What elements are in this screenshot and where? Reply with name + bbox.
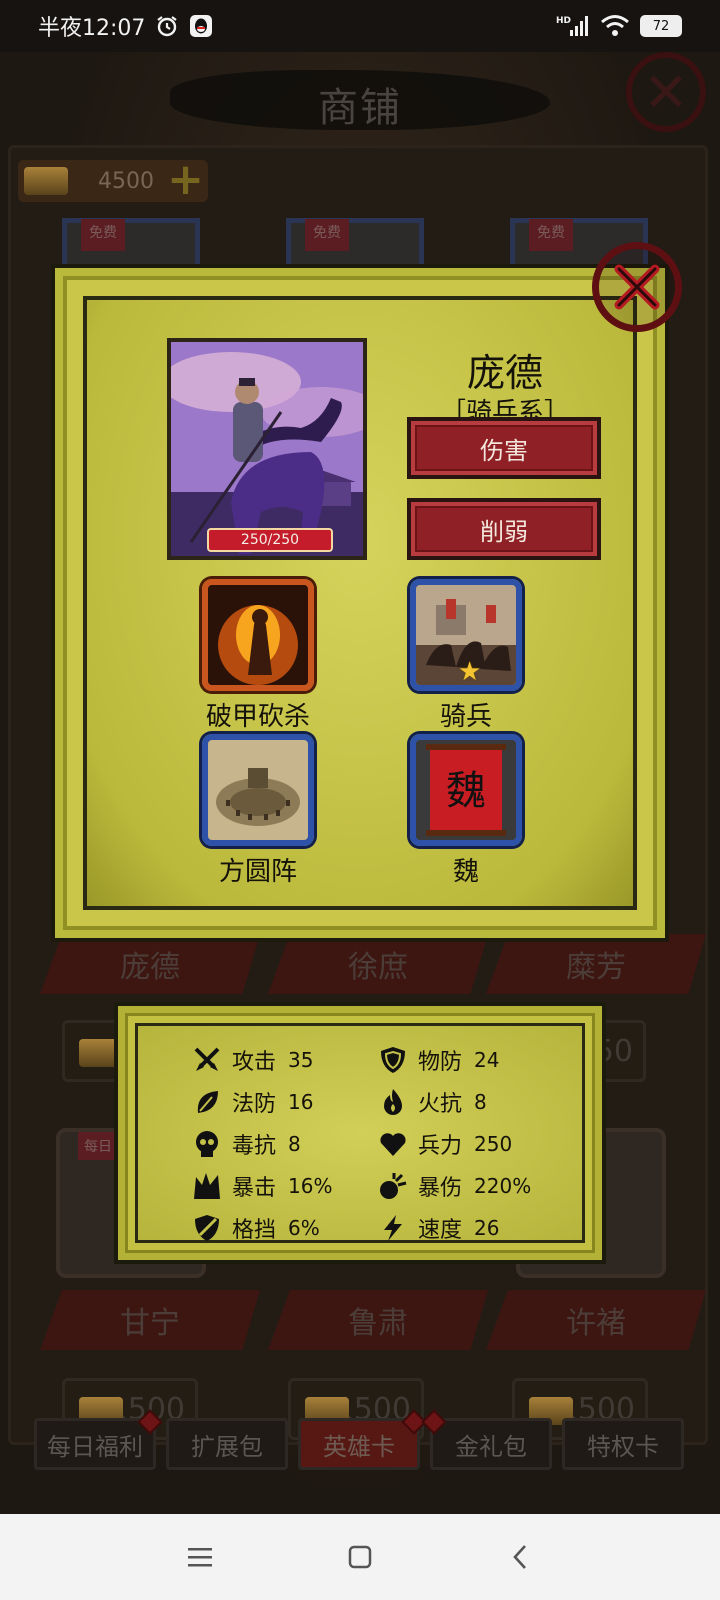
menu-icon (188, 1548, 212, 1567)
hp-bar: 250/250 (207, 528, 333, 552)
navigation-bar (0, 1514, 720, 1600)
shop-close-button[interactable]: ✕ (626, 52, 706, 132)
stat-critical-damage: 暴伤 220% (376, 1168, 531, 1204)
menu-button[interactable] (170, 1527, 230, 1587)
tab-hero-card[interactable]: 英雄卡 (298, 1409, 427, 1470)
stat-magic-defense: 法防 16 (190, 1084, 313, 1120)
hero-detail-popup: 250/250 庞德 ［骑兵系］ 伤害 削弱 破甲砍杀 ★ 骑兵 方圆阵 魏 魏 (55, 268, 665, 938)
lightning-icon (376, 1211, 410, 1245)
tab-label: 特权卡 (587, 1432, 659, 1461)
hero-name-strip: 徐庶 (268, 934, 488, 994)
leaf-icon (190, 1085, 224, 1119)
stat-speed: 速度 26 (376, 1210, 499, 1246)
free-badge: 免费 (305, 219, 349, 251)
wei-banner-text: 魏 (446, 768, 486, 814)
heart-icon (376, 1127, 410, 1161)
skill-wei[interactable]: 魏 (410, 734, 522, 846)
close-icon: ✕ (643, 60, 689, 124)
skull-icon (190, 1127, 224, 1161)
skill-cavalry[interactable]: ★ (410, 579, 522, 691)
wei-banner-icon: 魏 (416, 740, 516, 840)
swords-icon (190, 1043, 224, 1077)
tab-label: 英雄卡 (323, 1432, 395, 1461)
daily-badge: 每日 (78, 1132, 118, 1160)
hero-name-strip: 庞德 (40, 934, 260, 994)
fire-warrior-icon (208, 585, 308, 685)
tab-gold-pack[interactable]: 金礼包 (421, 1409, 552, 1470)
shop-title: 商铺 (318, 85, 402, 131)
tab-label: 扩展包 (191, 1432, 263, 1461)
free-badge: 免费 (529, 219, 573, 251)
tab-expansion[interactable]: 扩展包 (166, 1418, 288, 1470)
qq-icon (189, 14, 213, 38)
hero-stats-popup: 攻击35 法防16 毒抗8 暴击16% 格挡6% 物防24 火抗8 (118, 1006, 602, 1260)
hero-portrait: 250/250 (167, 338, 367, 560)
status-time: 半夜12:07 (38, 16, 146, 41)
tab-privilege[interactable]: 特权卡 (562, 1418, 684, 1470)
tab-label: 金礼包 (455, 1432, 527, 1461)
formation-icon (208, 740, 308, 840)
stat-poison-resist: 毒抗 8 (190, 1126, 301, 1162)
weaken-button[interactable]: 削弱 (407, 498, 601, 560)
wifi-icon (600, 14, 630, 38)
crit-icon (190, 1169, 224, 1203)
price-button[interactable] (62, 1020, 123, 1082)
skill-label: 破甲砍杀 (205, 702, 310, 732)
gold-ingot-icon (79, 1039, 123, 1067)
battery-indicator: 72 (640, 15, 682, 37)
star-icon: ★ (458, 657, 482, 687)
signal-icon: HD (556, 14, 590, 38)
status-bar: 半夜12:07 HD 72 (0, 0, 720, 52)
flame-icon (376, 1085, 410, 1119)
hero-stats-panel: 攻击35 法防16 毒抗8 暴击16% 格挡6% 物防24 火抗8 (135, 1023, 585, 1243)
stat-troops: 兵力 250 (376, 1126, 512, 1162)
add-gold-button[interactable]: + (167, 158, 204, 202)
hero-name-strip: 许褚 (486, 1290, 706, 1350)
stat-fire-resist: 火抗 8 (376, 1084, 487, 1120)
shop-tabs: 每日福利 扩展包 英雄卡 金礼包 特权卡 (34, 1409, 684, 1474)
hero-name-strip: 糜芳 (486, 934, 706, 994)
close-icon (614, 264, 660, 310)
skill-label: 方圆阵 (218, 857, 297, 887)
back-icon (513, 1545, 526, 1569)
tab-daily[interactable]: 每日福利 (34, 1409, 163, 1470)
popup-close-button[interactable] (592, 242, 682, 332)
damage-button[interactable]: 伤害 (407, 417, 601, 479)
svg-text:HD: HD (556, 16, 571, 26)
stat-critical: 暴击 16% (190, 1168, 332, 1204)
free-badge: 免费 (81, 219, 125, 251)
gold-balance: 4500 + (18, 158, 208, 202)
stat-physical-defense: 物防 24 (376, 1042, 499, 1078)
skill-formation[interactable] (202, 734, 314, 846)
hero-name-strip: 甘宁 (40, 1290, 260, 1350)
stat-block: 格挡 6% (190, 1210, 320, 1246)
bomb-icon (376, 1169, 410, 1203)
hero-name: 庞德 (466, 351, 543, 395)
back-button[interactable] (490, 1527, 550, 1587)
skill-label: 魏 (452, 857, 479, 887)
gold-amount: 4500 (98, 168, 154, 194)
alarm-icon (155, 14, 179, 38)
stat-attack: 攻击 35 (190, 1042, 313, 1078)
shield-icon (376, 1043, 410, 1077)
home-button[interactable] (330, 1527, 390, 1587)
hero-detail-panel: 250/250 庞德 ［骑兵系］ 伤害 削弱 破甲砍杀 ★ 骑兵 方圆阵 魏 魏 (83, 296, 637, 910)
hero-name-strip: 鲁肃 (268, 1290, 488, 1350)
gold-ingot-icon (24, 167, 68, 195)
skill-armor-break[interactable] (202, 579, 314, 691)
tab-label: 每日福利 (47, 1432, 143, 1461)
home-icon (348, 1545, 372, 1569)
block-icon (190, 1211, 224, 1245)
skill-label: 骑兵 (439, 702, 492, 732)
